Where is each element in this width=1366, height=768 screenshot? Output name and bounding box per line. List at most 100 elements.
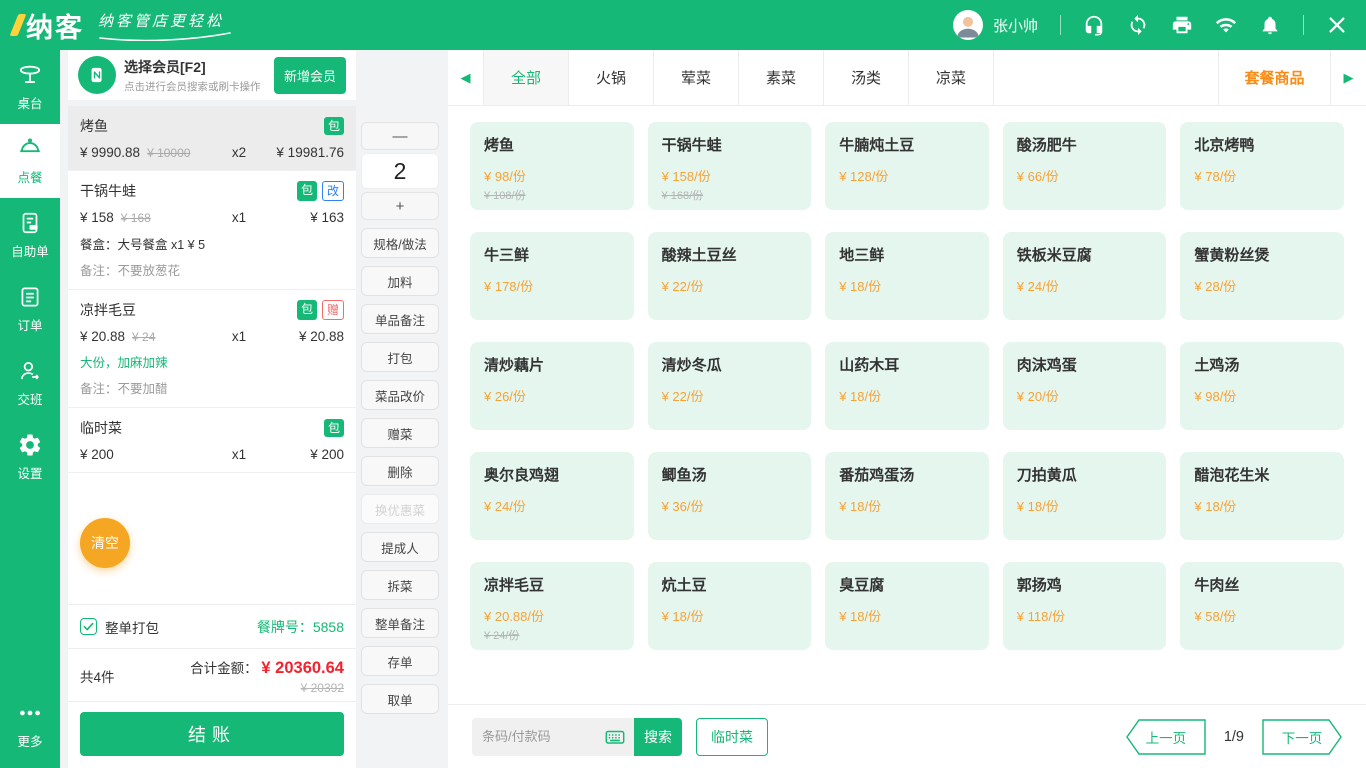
checkout-button[interactable]: 结账 [80,712,344,756]
search-button[interactable]: 搜索 [634,718,682,756]
table-icon [17,62,43,88]
sidebar-item-tables[interactable]: 桌台 [0,50,60,124]
menu-item-card[interactable]: 酸汤肥牛 ¥ 66/份 [1003,122,1167,210]
category-tab[interactable]: 荤菜 [654,50,739,105]
menu-item-price: ¥ 98/份 [484,166,620,185]
order-badge-group: 包赠 [297,300,344,320]
prev-page-button[interactable]: 上一页 [1126,719,1206,755]
barcode-input[interactable] [482,729,604,744]
menu-item-name: 炕土豆 [662,574,798,595]
category-scroll-right-icon[interactable]: ▶ [1330,50,1366,105]
menu-grid: 烤鱼 ¥ 98/份 ¥ 108/份 干锅牛蛙 ¥ 158/份 ¥ 168/份 牛… [448,106,1366,704]
menu-item-card[interactable]: 北京烤鸭 ¥ 78/份 [1180,122,1344,210]
sidebar-item-more[interactable]: 更多 [0,688,60,762]
member-bar: 选择会员[F2] 点击进行会员搜索或刷卡操作 新增会员 [68,50,356,106]
category-tab[interactable]: 火锅 [569,50,654,105]
sidebar-item-shift[interactable]: 交班 [0,346,60,420]
sidebar-item-settings[interactable]: 设置 [0,420,60,494]
menu-item-card[interactable]: 肉沫鸡蛋 ¥ 20/份 [1003,342,1167,430]
pack-whole-order-checkbox[interactable] [80,618,97,635]
sidebar-item-self-orders[interactable]: 自助单 [0,198,60,272]
cloud-sync-icon[interactable] [1127,14,1149,36]
clear-order-button[interactable]: 清空 [80,518,130,568]
modified-badge: 改 [322,181,344,201]
member-card-icon[interactable] [78,56,116,94]
keyboard-icon[interactable] [604,726,626,748]
menu-item-card[interactable]: 蟹黄粉丝煲 ¥ 28/份 [1180,232,1344,320]
notification-bell-icon[interactable] [1259,14,1281,36]
action-button[interactable]: 取单 [361,684,439,714]
category-tab[interactable]: 素菜 [739,50,824,105]
topbar-divider [1303,15,1304,35]
order-dish-name: 凉拌毛豆 [80,300,136,320]
menu-item-card[interactable]: 清炒冬瓜 ¥ 22/份 [648,342,812,430]
pack-badge: 包 [324,117,344,135]
category-scroll-left-icon[interactable]: ◀ [448,50,484,105]
action-button[interactable]: 整单备注 [361,608,439,638]
support-headset-icon[interactable] [1083,14,1105,36]
close-window-icon[interactable] [1326,14,1348,36]
tab-combo-products[interactable]: 套餐商品 [1218,50,1330,105]
qty-minus-button[interactable]: — [361,122,439,150]
menu-item-card[interactable]: 地三鲜 ¥ 18/份 [825,232,989,320]
menu-item-prices: ¥ 98/份 [1194,386,1330,418]
category-tab[interactable]: 凉菜 [909,50,994,105]
category-tab[interactable]: 汤类 [824,50,909,105]
menu-item-card[interactable]: 奥尔良鸡翅 ¥ 24/份 [470,452,634,540]
menu-item-card[interactable]: 鲫鱼汤 ¥ 36/份 [648,452,812,540]
order-dish-original-price: ¥ 168 [121,211,218,225]
action-button[interactable]: 单品备注 [361,304,439,334]
menu-item-price: ¥ 18/份 [839,386,975,405]
menu-item-card[interactable]: 郭扬鸡 ¥ 118/份 [1003,562,1167,650]
action-button[interactable]: 规格/做法 [361,228,439,258]
menu-item-card[interactable]: 清炒藕片 ¥ 26/份 [470,342,634,430]
action-button[interactable]: 存单 [361,646,439,676]
action-button[interactable]: 拆菜 [361,570,439,600]
menu-item-prices: ¥ 20/份 [1017,386,1153,418]
menu-item-card[interactable]: 牛腩炖土豆 ¥ 128/份 [825,122,989,210]
menu-item-card[interactable]: 干锅牛蛙 ¥ 158/份 ¥ 168/份 [648,122,812,210]
menu-item-card[interactable]: 臭豆腐 ¥ 18/份 [825,562,989,650]
temp-dish-button[interactable]: 临时菜 [696,718,768,756]
sidebar-item-ordering[interactable]: 点餐 [0,124,60,198]
action-button[interactable]: 打包 [361,342,439,372]
menu-item-card[interactable]: 刀拍黄瓜 ¥ 18/份 [1003,452,1167,540]
category-tab[interactable]: 全部 [484,50,569,105]
menu-item-card[interactable]: 牛肉丝 ¥ 58/份 [1180,562,1344,650]
menu-item-prices: ¥ 118/份 [1017,606,1153,638]
action-button[interactable]: 菜品改价 [361,380,439,410]
action-button[interactable]: 提成人 [361,532,439,562]
menu-item-card[interactable]: 铁板米豆腐 ¥ 24/份 [1003,232,1167,320]
qty-plus-button[interactable]: + [361,192,439,220]
wifi-icon[interactable] [1215,14,1237,36]
brand-logo: 纳客 [14,6,84,45]
add-member-button[interactable]: 新增会员 [274,57,346,94]
sidebar-item-label: 交班 [17,389,42,408]
sidebar-item-orders[interactable]: 订单 [0,272,60,346]
next-page-button[interactable]: 下一页 [1262,719,1342,755]
action-button[interactable]: 删除 [361,456,439,486]
menu-item-card[interactable]: 烤鱼 ¥ 98/份 ¥ 108/份 [470,122,634,210]
order-item[interactable]: 临时菜 包 ¥ 200 x1 ¥ 200 [68,408,356,473]
order-dish-qty: x1 [218,329,260,344]
order-dish-box-line: 餐盒：大号餐盒 x1 ¥ 5 [80,234,344,253]
menu-item-card[interactable]: 炕土豆 ¥ 18/份 [648,562,812,650]
printer-icon[interactable] [1171,14,1193,36]
menu-item-name: 清炒藕片 [484,354,620,375]
menu-item-card[interactable]: 醋泡花生米 ¥ 18/份 [1180,452,1344,540]
user-name[interactable]: 张小帅 [993,15,1038,36]
menu-item-card[interactable]: 酸辣土豆丝 ¥ 22/份 [648,232,812,320]
menu-item-card[interactable]: 番茄鸡蛋汤 ¥ 18/份 [825,452,989,540]
order-item[interactable]: 干锅牛蛙 包改 ¥ 158 ¥ 168 x1 ¥ 163 餐盒：大号餐盒 x1 … [68,171,356,290]
menu-item-card[interactable]: 土鸡汤 ¥ 98/份 [1180,342,1344,430]
order-item[interactable]: 凉拌毛豆 包赠 ¥ 20.88 ¥ 24 x1 ¥ 20.88 大份，加麻加辣 … [68,290,356,408]
menu-item-card[interactable]: 凉拌毛豆 ¥ 20.88/份 ¥ 24/份 [470,562,634,650]
member-select-area[interactable]: 选择会员[F2] 点击进行会员搜索或刷卡操作 [124,57,274,94]
action-button[interactable]: 加料 [361,266,439,296]
menu-item-card[interactable]: 牛三鲜 ¥ 178/份 [470,232,634,320]
action-button[interactable]: 赠菜 [361,418,439,448]
order-item[interactable]: 烤鱼 包 ¥ 9990.88 ¥ 10000 x2 ¥ 19981.76 [68,106,356,171]
menu-item-card[interactable]: 山药木耳 ¥ 18/份 [825,342,989,430]
user-avatar[interactable] [953,10,983,40]
pack-badge: 包 [297,181,317,201]
